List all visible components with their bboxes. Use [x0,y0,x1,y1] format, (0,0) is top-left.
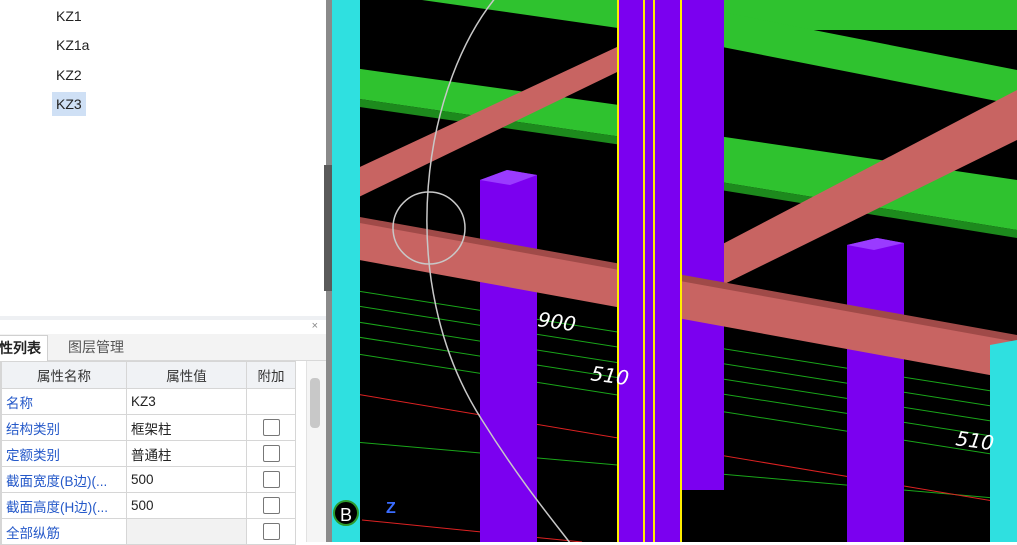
prop-value[interactable]: 500 [126,492,247,519]
prop-name: 截面高度(H边)(... [1,492,127,519]
close-icon[interactable]: × [312,320,318,332]
table-row[interactable]: 结构类别 框架柱 [0,414,296,441]
extra-checkbox[interactable] [262,497,280,514]
dim-label: 510 [589,361,630,390]
prop-name: 结构类别 [1,414,127,441]
column-purple-1 [480,170,537,542]
extra-checkbox[interactable] [262,523,280,540]
collapse-handle[interactable] [324,165,332,291]
extra-checkbox[interactable] [262,419,280,436]
dim-label: 510 [954,426,995,455]
property-tabbar: 性列表 图层管理 [0,334,326,361]
prop-value[interactable]: 500 [126,466,247,493]
table-row[interactable]: 全部纵筋 [0,518,296,545]
extra-checkbox[interactable] [262,445,280,462]
table-header-row: 属性名称 属性值 附加 [0,361,296,389]
tree-item-kz1[interactable]: KZ1 [52,4,86,28]
scrollbar-thumb[interactable] [310,378,320,428]
header-name: 属性名称 [1,361,127,389]
prop-name: 定额类别 [1,440,127,467]
extra-checkbox[interactable] [262,471,280,488]
prop-value[interactable]: 框架柱 [126,414,247,441]
table-row[interactable]: 截面高度(H边)(... 500 [0,492,296,519]
left-panel: KZ1 KZ1a KZ2 KZ3 × 性列表 图层管理 属性名称 属性值 附加 … [0,0,328,545]
prop-value[interactable] [126,518,247,545]
column-selected [617,0,682,542]
prop-value[interactable]: 普通柱 [126,440,247,467]
tree-item-kz2[interactable]: KZ2 [52,63,86,87]
model-canvas[interactable]: 900 510 510 [332,0,1017,542]
property-table: 属性名称 属性值 附加 名称 KZ3 结构类别 框架柱 定额类别 普通柱 截面宽… [0,361,296,545]
dim-label: 900 [536,307,577,336]
prop-name: 全部纵筋 [1,518,127,545]
tab-layer-management[interactable]: 图层管理 [62,335,130,360]
3d-viewport[interactable]: 900 510 510 [332,0,1017,542]
tab-property-list[interactable]: 性列表 [0,335,48,361]
prop-value[interactable]: KZ3 [126,388,247,415]
prop-name: 截面宽度(B边)(... [1,466,127,493]
table-row[interactable]: 定额类别 普通柱 [0,440,296,467]
tree-item-kz3[interactable]: KZ3 [52,92,86,116]
component-tree: KZ1 KZ1a KZ2 KZ3 [0,0,327,316]
header-extra: 附加 [246,361,296,389]
column-cyan-left [332,0,360,542]
prop-name: 名称 [1,388,127,415]
axis-b-badge: B [333,500,359,526]
property-panel: × 性列表 图层管理 属性名称 属性值 附加 名称 KZ3 结构类别 框架柱 定… [0,320,327,545]
column-purple-3 [682,0,724,490]
table-row[interactable]: 截面宽度(B边)(... 500 [0,466,296,493]
table-row[interactable]: 名称 KZ3 [0,388,296,415]
column-purple-2 [847,238,904,542]
axis-z-label: Z [386,500,396,517]
tree-item-kz1a[interactable]: KZ1a [52,33,93,57]
header-value: 属性值 [126,361,247,389]
